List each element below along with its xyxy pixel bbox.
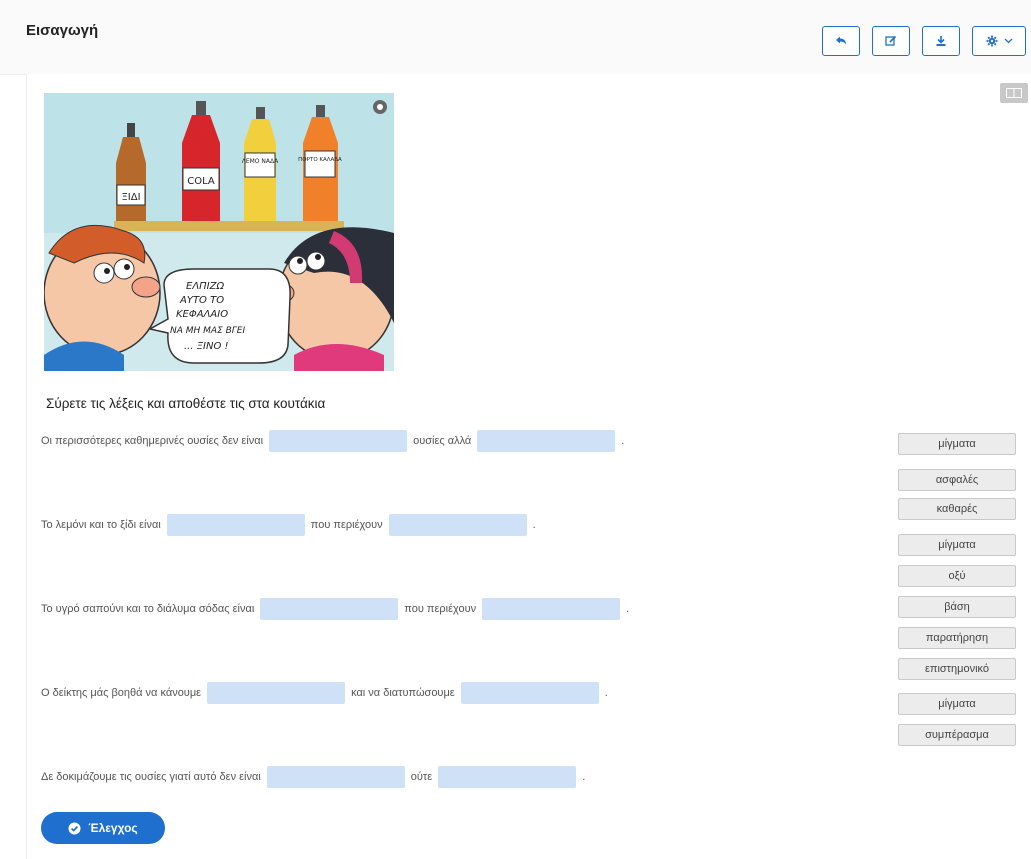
speech-line: ΝΑ ΜΗ ΜΑΣ ΒΓΕΙ bbox=[170, 326, 245, 336]
speech-line: ΕΛΠΙΖΩ bbox=[186, 281, 224, 292]
bottle-label: ΠΟΡΤΟ ΚΑΛΑΔΑ bbox=[298, 157, 342, 163]
page-title: Εισαγωγή bbox=[26, 22, 99, 39]
edit-button[interactable] bbox=[872, 26, 910, 56]
sentence-text: που περιέχουν bbox=[404, 603, 477, 615]
draggable-word[interactable]: μίγματα bbox=[898, 534, 1016, 556]
draggable-word[interactable]: βάση bbox=[898, 596, 1016, 618]
bottle-label: COLA bbox=[187, 176, 215, 187]
drop-zone[interactable] bbox=[260, 598, 399, 620]
drop-zone[interactable] bbox=[438, 766, 577, 788]
instruction-text: Σύρετε τις λέξεις και αποθέστε τις στα κ… bbox=[46, 396, 326, 411]
drop-zone[interactable] bbox=[482, 598, 621, 620]
panel-icon bbox=[1006, 88, 1022, 98]
drop-zone[interactable] bbox=[388, 514, 527, 536]
speech-line: ΑΥΤΟ ΤΟ bbox=[179, 295, 224, 306]
sentence-text: Το υγρό σαπούνι και το διάλυμα σόδας είν… bbox=[41, 603, 255, 615]
drop-zone[interactable] bbox=[477, 430, 616, 452]
sentence-row: Οι περισσότερες καθημερινές ουσίες δεν ε… bbox=[41, 429, 624, 453]
sentence-text: . bbox=[621, 435, 625, 447]
drop-zone[interactable] bbox=[269, 430, 408, 452]
sentence-text: ουσίες αλλά bbox=[413, 435, 472, 447]
draggable-word[interactable]: ασφαλές bbox=[898, 469, 1016, 491]
sentence-row: Το υγρό σαπούνι και το διάλυμα σόδας είν… bbox=[41, 597, 629, 621]
sentence-text: που περιέχουν bbox=[310, 519, 383, 531]
image-expand-icon[interactable] bbox=[377, 104, 383, 110]
draggable-word[interactable]: επιστημονικό bbox=[898, 658, 1016, 680]
sentence-text: και να διατυπώσουμε bbox=[351, 687, 455, 699]
sentence-row: Το λεμόνι και το ξίδι είναι που περιέχου… bbox=[41, 513, 536, 537]
download-button[interactable] bbox=[922, 26, 960, 56]
cartoon-image: ΞΙΔΙ COLA ΛΕΜΟ ΝΑΔΑ ΠΟΡΤΟ ΚΑΛΑΔΑ ΕΛΠΙΖΩ … bbox=[44, 93, 394, 371]
draggable-word[interactable]: οξύ bbox=[898, 565, 1016, 587]
undo-button[interactable] bbox=[822, 26, 860, 56]
drop-zone[interactable] bbox=[166, 514, 305, 536]
drop-zone[interactable] bbox=[207, 682, 346, 704]
check-button-label: Έλεγχος bbox=[88, 821, 138, 835]
check-circle-icon bbox=[68, 822, 81, 834]
sentence-row: Ο δείκτης μάς βοηθά να κάνουμε και να δι… bbox=[41, 681, 608, 705]
sentence-text: . bbox=[582, 771, 586, 783]
sentence-row: Δε δοκιμάζουμε τις ουσίες γιατί αυτό δεν… bbox=[41, 765, 585, 789]
panel-toggle-button[interactable] bbox=[1000, 83, 1028, 103]
draggable-word[interactable]: μίγματα bbox=[898, 693, 1016, 715]
sentence-text: Το λεμόνι και το ξίδι είναι bbox=[41, 519, 161, 531]
drop-zone[interactable] bbox=[266, 766, 405, 788]
sentence-text: Ο δείκτης μάς βοηθά να κάνουμε bbox=[41, 687, 202, 699]
draggable-word[interactable]: παρατήρηση bbox=[898, 627, 1016, 649]
bottle-label: ΞΙΔΙ bbox=[121, 192, 140, 203]
draggable-word[interactable]: μίγματα bbox=[898, 433, 1016, 455]
sentence-text: Δε δοκιμάζουμε τις ουσίες γιατί αυτό δεν… bbox=[41, 771, 261, 783]
speech-line: ... ΞΙΝΟ ! bbox=[184, 341, 229, 352]
chevron-down-icon bbox=[1004, 38, 1012, 44]
sentence-text: Οι περισσότερες καθημερινές ουσίες δεν ε… bbox=[41, 435, 264, 447]
drop-zone[interactable] bbox=[460, 682, 599, 704]
sentence-text: ούτε bbox=[410, 771, 433, 783]
settings-dropdown-button[interactable] bbox=[972, 26, 1026, 56]
cartoon-illustration: ΞΙΔΙ COLA ΛΕΜΟ ΝΑΔΑ ΠΟΡΤΟ ΚΑΛΑΔΑ ΕΛΠΙΖΩ … bbox=[44, 93, 394, 371]
undo-icon bbox=[836, 36, 846, 45]
gear-icon bbox=[986, 35, 997, 47]
speech-line: ΚΕΦΑΛΑΙΟ bbox=[176, 309, 228, 320]
sentence-text: . bbox=[532, 519, 536, 531]
header-bar: Εισαγωγή bbox=[0, 0, 1031, 75]
sentence-text: . bbox=[604, 687, 608, 699]
draggable-word[interactable]: καθαρές bbox=[898, 498, 1016, 520]
download-icon bbox=[936, 36, 946, 46]
draggable-word[interactable]: συμπέρασμα bbox=[898, 724, 1016, 746]
edit-icon bbox=[885, 35, 897, 46]
sentence-text: . bbox=[626, 603, 630, 615]
check-button[interactable]: Έλεγχος bbox=[41, 812, 165, 844]
bottle-label: ΛΕΜΟ ΝΑΔΑ bbox=[242, 158, 279, 165]
